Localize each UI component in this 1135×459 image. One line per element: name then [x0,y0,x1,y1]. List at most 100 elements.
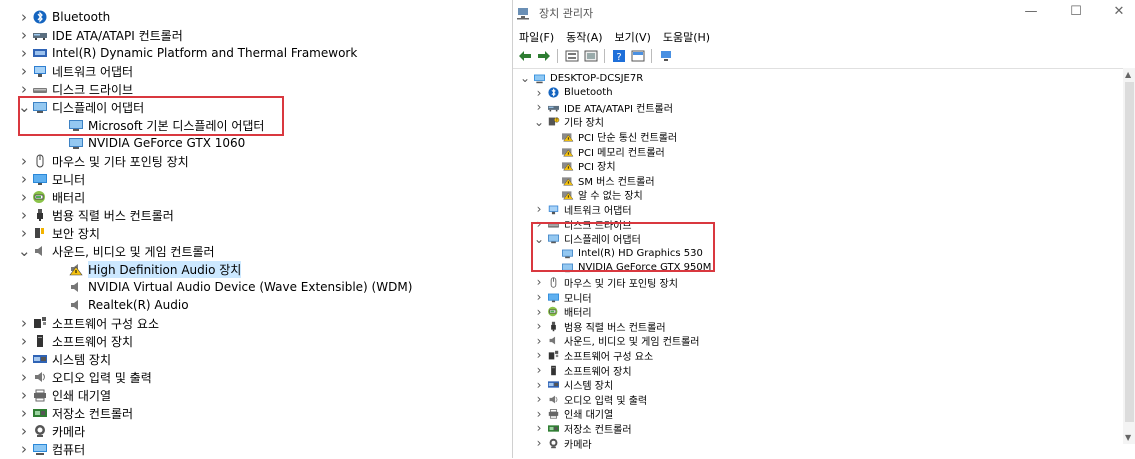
expand-chevron-icon[interactable]: › [18,225,30,241]
menu-action[interactable]: 동작(A) [566,29,602,45]
expand-chevron-icon[interactable]: › [533,422,545,434]
expand-chevron-icon[interactable]: › [533,306,545,318]
tree-item[interactable]: › 마우스 및 기타 포인팅 장치 [533,275,678,290]
expand-chevron-icon[interactable]: › [533,276,545,288]
expand-chevron-icon[interactable]: › [18,423,30,439]
expand-chevron-icon[interactable]: › [18,315,30,331]
minimize-button[interactable]: — [1021,4,1041,19]
tree-item[interactable]: Realtek(R) Audio [54,296,189,314]
expand-chevron-icon[interactable]: › [18,405,30,421]
close-button[interactable]: ✕ [1109,4,1129,19]
menu-help[interactable]: 도움말(H) [663,29,710,45]
expand-chevron-icon[interactable]: › [533,291,545,303]
tree-item[interactable]: › 배터리 [533,305,592,320]
tree-item[interactable]: 알 수 없는 장치 [547,188,643,202]
tree-item[interactable]: › 마우스 및 기타 포인팅 장치 [18,152,189,170]
expand-chevron-icon[interactable]: › [533,379,545,391]
tree-item[interactable]: ⌄ 사운드, 비디오 및 게임 컨트롤러 [18,242,215,260]
vertical-scrollbar[interactable]: ▲ ▼ [1123,68,1135,444]
expand-chevron-icon[interactable]: › [18,189,30,205]
scroll-up-icon[interactable]: ▲ [1125,70,1131,79]
tree-item[interactable]: › Bluetooth [18,8,110,26]
scroll-down-icon[interactable]: ▼ [1125,433,1131,442]
tree-item[interactable]: › 배터리 [18,188,85,206]
expand-chevron-icon[interactable]: › [533,437,545,449]
tree-item[interactable]: › 범용 직렬 버스 컨트롤러 [18,206,174,224]
expand-chevron-icon[interactable]: › [18,351,30,367]
expand-chevron-icon[interactable]: › [533,203,545,215]
tree-item[interactable]: › Bluetooth [533,86,613,100]
tree-item[interactable]: NVIDIA Virtual Audio Device (Wave Extens… [54,278,412,296]
menu-file[interactable]: 파일(F) [519,29,554,45]
tree-item[interactable]: ⌄? 기타 장치 [533,115,604,130]
expand-chevron-icon[interactable]: › [18,171,30,187]
help-icon[interactable]: ? [611,49,626,63]
tree-item[interactable]: › 저장소 컨트롤러 [18,404,133,422]
expand-chevron-icon[interactable]: › [18,207,30,223]
expand-chevron-icon[interactable]: › [533,87,545,99]
warning-device-icon [561,146,574,157]
tree-item[interactable]: › 소프트웨어 장치 [18,332,133,350]
update-driver-icon[interactable] [583,49,598,63]
tree-item[interactable]: › 카메라 [533,436,592,451]
expand-chevron-icon[interactable]: › [18,441,30,457]
tree-item[interactable]: High Definition Audio 장치 [54,260,242,278]
tree-item[interactable]: PCI 메모리 컨트롤러 [547,144,665,159]
expand-chevron-icon[interactable]: › [18,369,30,385]
expand-chevron-icon[interactable]: › [533,349,545,361]
tree-item[interactable]: › 소프트웨어 구성 요소 [533,348,654,363]
tree-item-label: NVIDIA Virtual Audio Device (Wave Extens… [88,280,413,294]
properties-icon[interactable] [564,49,579,63]
expand-chevron-icon[interactable]: › [533,320,545,332]
tree-item[interactable]: › 사운드, 비디오 및 게임 컨트롤러 [533,334,700,349]
expand-chevron-icon[interactable]: › [18,81,30,97]
tree-item[interactable]: › 시스템 장치 [18,350,111,368]
tree-item[interactable]: › 저장소 컨트롤러 [533,421,632,436]
tree-item[interactable]: › 보안 장치 [18,224,100,242]
view-icon[interactable] [630,49,645,63]
collapse-chevron-icon[interactable]: ⌄ [533,116,545,128]
expand-chevron-icon[interactable]: › [18,153,30,169]
menu-view[interactable]: 보기(V) [615,29,651,45]
tree-item[interactable]: ⌄ DESKTOP-DCSJE7R [519,71,643,85]
tree-item[interactable]: › 컴퓨터 [18,440,85,458]
tree-item[interactable]: NVIDIA GeForce GTX 1060 [54,134,245,152]
forward-arrow-icon[interactable] [536,49,551,63]
expand-chevron-icon[interactable]: › [533,335,545,347]
tree-item[interactable]: › 인쇄 대기열 [18,386,111,404]
tree-item[interactable]: › 카메라 [18,422,85,440]
expand-chevron-icon[interactable]: › [18,45,30,61]
expand-chevron-icon[interactable]: › [18,9,30,25]
scroll-thumb[interactable] [1125,82,1134,422]
expand-chevron-icon[interactable]: › [533,408,545,420]
tree-item[interactable]: SM 버스 컨트롤러 [547,173,655,188]
tree-item[interactable]: › 오디오 입력 및 출력 [18,368,152,386]
tree-item[interactable]: › 인쇄 대기열 [533,407,614,422]
collapse-chevron-icon[interactable]: ⌄ [18,243,31,259]
tree-item[interactable]: PCI 장치 [547,159,616,173]
expand-chevron-icon[interactable]: › [533,101,545,113]
expand-chevron-icon[interactable]: › [18,333,30,349]
tree-item[interactable]: › 모니터 [533,290,592,305]
back-arrow-icon[interactable] [517,49,532,63]
collapse-chevron-icon[interactable]: ⌄ [519,72,531,84]
expand-chevron-icon[interactable]: › [18,63,30,79]
tree-item[interactable]: › 네트워크 어댑터 [533,202,632,217]
tree-item[interactable]: PCI 단순 통신 컨트롤러 [547,129,677,144]
tree-item[interactable]: › IDE ATA/ATAPI 컨트롤러 [18,26,183,44]
expand-chevron-icon[interactable]: › [18,27,30,43]
tree-item[interactable]: › 범용 직렬 버스 컨트롤러 [533,319,666,334]
expand-chevron-icon[interactable]: › [18,387,30,403]
expand-chevron-icon[interactable]: › [533,364,545,376]
tree-item[interactable]: › 모니터 [18,170,85,188]
tree-item[interactable]: › 소프트웨어 장치 [533,363,632,378]
tree-item[interactable]: › 시스템 장치 [533,378,614,393]
maximize-button[interactable]: ☐ [1066,4,1086,19]
tree-item[interactable]: › IDE ATA/ATAPI 컨트롤러 [533,100,673,115]
expand-chevron-icon[interactable]: › [533,393,545,405]
tree-item[interactable]: › Intel(R) Dynamic Platform and Thermal F… [18,44,357,62]
tree-item[interactable]: › 소프트웨어 구성 요소 [18,314,159,332]
tree-item[interactable]: › 오디오 입력 및 출력 [533,392,648,407]
scan-hardware-icon[interactable] [658,49,673,63]
tree-item[interactable]: › 네트워크 어댑터 [18,62,133,80]
